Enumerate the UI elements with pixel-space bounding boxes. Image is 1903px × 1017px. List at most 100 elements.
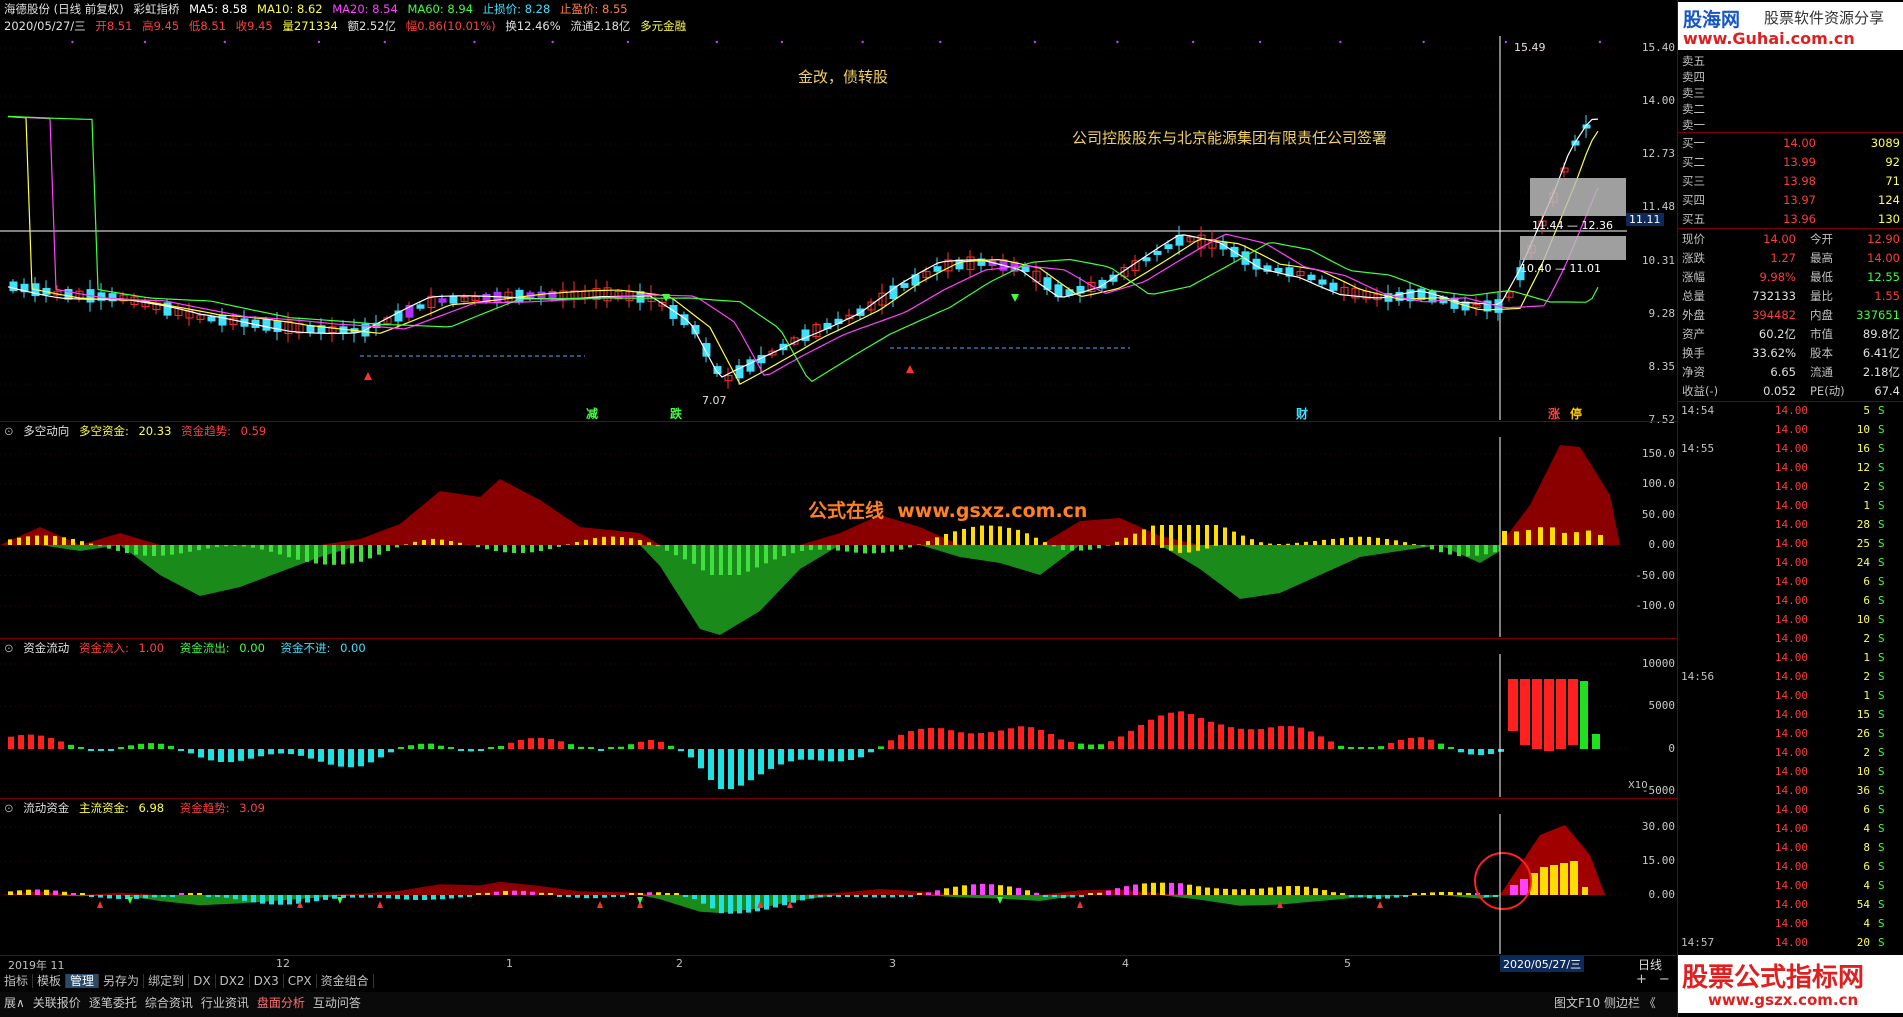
liquid-bar — [998, 885, 1003, 895]
tick-price: 14.00 — [1774, 898, 1808, 911]
quote-stat-row[interactable]: 收益(-) 0.052 PE(动) 67.4 — [1678, 382, 1903, 401]
histogram-bar — [98, 545, 102, 547]
histogram-bar — [1367, 536, 1371, 545]
signal-tag-zhang[interactable]: 涨 — [1548, 405, 1560, 422]
link-related-quote[interactable]: 关联报价 — [29, 996, 85, 1010]
signal-tag-ting[interactable]: 停 — [1570, 405, 1582, 422]
flow-bar — [488, 747, 494, 749]
tab-indicator[interactable]: 指标 — [0, 974, 34, 988]
flow-bar — [38, 735, 44, 749]
histogram-bar — [242, 545, 246, 547]
tick-price: 14.00 — [1774, 461, 1808, 474]
link-industry-news[interactable]: 行业资讯 — [197, 996, 253, 1010]
flow-bar — [1488, 749, 1494, 755]
histogram-bar — [1097, 545, 1101, 549]
period-label[interactable]: 日线 — [1638, 956, 1662, 973]
panel-fund-flow-title[interactable]: 资金流动 — [23, 641, 69, 655]
tab-dx[interactable]: DX — [189, 974, 216, 988]
liquid-bar — [899, 895, 904, 897]
indicator-name[interactable]: 彩虹指桥 — [133, 2, 179, 16]
expand-button[interactable]: 展∧ — [0, 996, 29, 1010]
panel-fund-flow-axis: 10000 5000 0 -5000 — [1627, 654, 1675, 797]
marker-dot — [939, 40, 942, 44]
date-tick: 2 — [676, 957, 683, 970]
panel-liquid-fund[interactable]: ⊙ 流动资金 主流资金: 6.98 资金趋势: 3.09 30.00 15.00 0… — [0, 799, 1675, 954]
collapse-icon[interactable]: ⊙ — [4, 641, 14, 655]
tick-row: 14.00 24 S — [1678, 554, 1903, 571]
histogram-bar — [107, 545, 111, 549]
tab-template[interactable]: 模板 — [33, 974, 67, 988]
link-interactive-qa[interactable]: 互动问答 — [309, 996, 365, 1010]
quote-stat-row[interactable]: 涨跌 1.27 最高 14.00 — [1678, 249, 1903, 268]
tick-price: 14.00 — [1774, 423, 1808, 436]
signal-tag-jian[interactable]: 减 — [586, 405, 598, 422]
link-market-analysis[interactable]: 盘面分析 — [253, 996, 309, 1010]
up-arrow-icon — [97, 901, 103, 908]
logo-bottom[interactable]: 股票公式指标网 www.gszx.com.cn — [1678, 955, 1903, 1013]
bid-level-row[interactable]: 买一 14.00 3089 — [1678, 134, 1903, 153]
zoom-in-button[interactable]: + — [1630, 972, 1653, 987]
flow-bar — [1118, 736, 1124, 749]
tab-manage[interactable]: 管理 — [66, 974, 100, 988]
link-order-by-order[interactable]: 逐笔委托 — [85, 996, 141, 1010]
panel-fund-flow[interactable]: ⊙ 资金流动 资金流入: 1.00 资金流出: 0.00 资金不进: 0.00 … — [0, 639, 1675, 797]
flow-bar — [108, 749, 114, 751]
tick-volume: 5 — [1863, 404, 1870, 417]
quote-stat-row[interactable]: 涨幅 9.98% 最低 12.55 — [1678, 268, 1903, 287]
liquid-bar — [404, 895, 409, 900]
quote-stat-row[interactable]: 外盘 394482 内盘 337651 — [1678, 306, 1903, 325]
marker-dot — [223, 40, 227, 44]
quote-stat-row[interactable]: 现价 14.00 今开 12.90 — [1678, 230, 1903, 249]
flow-bar — [138, 743, 144, 749]
quote-stat-key: 涨跌 — [1682, 251, 1705, 265]
fund-flow-chart[interactable] — [0, 654, 1627, 797]
tab-bind-to[interactable]: 绑定到 — [144, 974, 190, 988]
tab-dx3[interactable]: DX3 — [249, 974, 284, 988]
news-annotation-1[interactable]: 金改，债转股 — [798, 66, 888, 87]
liquid-fund-chart[interactable] — [0, 814, 1627, 954]
flow-bar — [628, 744, 634, 749]
quote-stat-row[interactable]: 资产 60.2亿 市值 89.8亿 — [1678, 325, 1903, 344]
price-chart-panel[interactable]: 海德股份 (日线 前复权) 彩虹指桥 MA5: 8.58 MA10: 8.62 … — [0, 0, 1675, 426]
collapse-icon[interactable]: ⊙ — [4, 801, 14, 815]
quote-stat-row[interactable]: 净资 6.65 流通 2.18亿 — [1678, 363, 1903, 382]
sidebar-toggle[interactable]: 图文F10 侧边栏 《 — [1550, 992, 1660, 1014]
link-general-news[interactable]: 综合资讯 — [141, 996, 197, 1010]
quote-stat-row[interactable]: 总量 732133 量比 1.55 — [1678, 287, 1903, 306]
bid-level-row[interactable]: 买五 13.96 130 — [1678, 210, 1903, 229]
histogram-bar — [269, 545, 273, 552]
bid-level-row[interactable]: 买四 13.97 124 — [1678, 191, 1903, 210]
panel-long-short[interactable]: ⊙ 多空动向 多空资金: 20.33 资金趋势: 0.59 公式在线 www.g… — [0, 422, 1675, 637]
tab-fund-combo[interactable]: 资金组合 — [316, 974, 374, 988]
panel-liquid-fund-title[interactable]: 流动资金 — [23, 801, 69, 815]
histogram-bar — [233, 545, 237, 547]
panel-long-short-title[interactable]: 多空动向 — [23, 424, 69, 438]
tab-save-as[interactable]: 另存为 — [99, 974, 145, 988]
stock-name[interactable]: 海德股份 (日线 前复权) — [4, 2, 124, 16]
news-annotation-2[interactable]: 公司控股股东与北京能源集团有限责任公司签署 — [1072, 127, 1387, 148]
long-short-chart[interactable] — [0, 437, 1627, 637]
quote-stat-row[interactable]: 换手 33.62% 股本 6.41亿 — [1678, 344, 1903, 363]
flow-bar — [1368, 747, 1374, 749]
flow-bar — [238, 749, 244, 761]
flow-bar — [1520, 679, 1530, 745]
liquid-bar — [1160, 882, 1165, 895]
tab-cpx[interactable]: CPX — [283, 974, 317, 988]
quote-stat-key: 量比 — [1810, 289, 1833, 303]
flow-bar — [1398, 739, 1404, 749]
candlestick-chart[interactable] — [0, 36, 1627, 420]
tab-dx2[interactable]: DX2 — [215, 974, 250, 988]
bid-level-row[interactable]: 买二 13.99 92 — [1678, 153, 1903, 172]
histogram-bar — [170, 545, 174, 555]
zoom-out-button[interactable]: − — [1653, 972, 1676, 987]
sector-name[interactable]: 多元金融 — [640, 19, 686, 33]
flow-bar — [1592, 734, 1600, 749]
bid-level-row[interactable]: 买三 13.98 71 — [1678, 172, 1903, 191]
tick-row: 14.00 4 S — [1678, 915, 1903, 932]
date-tick: 3 — [889, 957, 896, 970]
logo-top[interactable]: 股海网 股票软件资源分享 www.Guhai.com.cn — [1678, 2, 1903, 50]
flow-bar — [598, 749, 604, 751]
collapse-icon[interactable]: ⊙ — [4, 424, 14, 438]
signal-tag-cai[interactable]: 财 — [1296, 405, 1308, 422]
signal-tag-die[interactable]: 跌 — [670, 405, 682, 422]
